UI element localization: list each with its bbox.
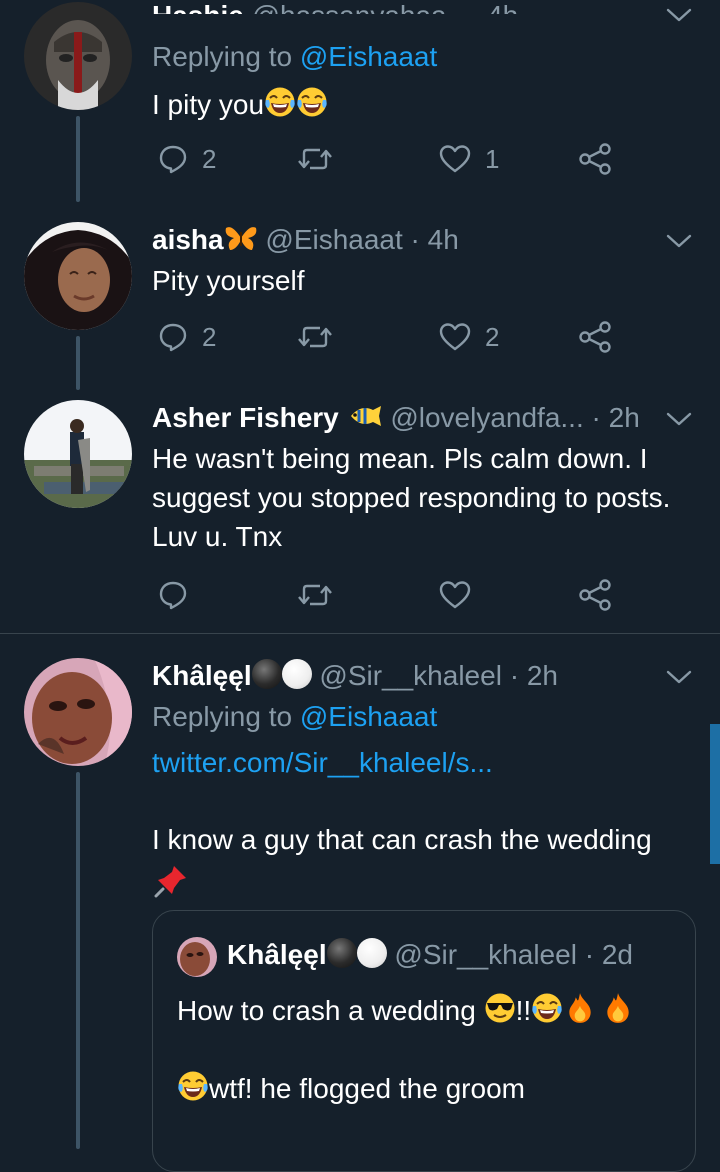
like-count: 1 (485, 143, 500, 174)
avatar[interactable] (24, 222, 132, 330)
reply-button[interactable]: 2 (158, 319, 216, 355)
display-name[interactable]: Asher Fishery (152, 402, 339, 433)
tropical-fish-icon (347, 402, 383, 439)
timestamp[interactable]: 2h (527, 660, 558, 691)
thread-line (76, 336, 80, 390)
tweet-text: He wasn't being mean. Pls calm down. I s… (152, 443, 671, 552)
replying-to-handle[interactable]: @Eishaaat (300, 701, 437, 732)
reply-icon (158, 580, 188, 610)
display-name[interactable]: Khâlęęl (152, 660, 252, 691)
retweet-icon (298, 580, 332, 610)
fire-icon (567, 992, 593, 1024)
quoted-tweet-header: Khâlęęl @Sir__khaleel · 2d (227, 938, 633, 970)
replying-to-handle[interactable]: @Eishaaat (300, 41, 437, 72)
tweet-header: Khâlęęl @Sir__khaleel · 2h (152, 659, 558, 691)
white-circle-icon (281, 659, 312, 689)
tweet-header: aisha @Eishaaat · 4h (152, 222, 459, 261)
share-button[interactable] (578, 577, 612, 613)
sunglasses-face-icon (485, 993, 515, 1023)
retweet-button[interactable] (298, 319, 332, 355)
thread-line (76, 116, 80, 202)
quoted-display-name: Khâlęęl (227, 939, 327, 970)
replying-to: Replying to @Eishaaat (152, 701, 438, 732)
replying-to: Replying to @Eishaaat (152, 41, 438, 72)
tweet-text: I pity you (152, 85, 328, 124)
like-button[interactable] (439, 577, 471, 613)
tweet-link[interactable]: twitter.com/Sir__khaleel/s... (152, 745, 493, 781)
chevron-down-icon[interactable] (666, 6, 692, 24)
quoted-avatar[interactable] (177, 937, 217, 977)
reply-count: 2 (202, 321, 217, 352)
like-button[interactable]: 1 (439, 141, 499, 177)
scrollbar-thumb[interactable] (710, 724, 720, 864)
like-count: 2 (485, 321, 500, 352)
share-icon (578, 321, 612, 353)
face-with-tears-of-joy-icon (531, 992, 563, 1024)
divider (0, 633, 720, 634)
handle[interactable]: @Sir__khaleel (319, 660, 502, 691)
black-circle-icon (326, 938, 357, 968)
tweet-text: Pity yourself (152, 265, 305, 296)
black-circle-icon (251, 659, 282, 689)
heart-icon (439, 580, 471, 610)
avatar[interactable] (24, 658, 132, 766)
retweet-icon (298, 144, 332, 174)
thread-line (76, 772, 80, 1149)
handle[interactable]: @Eishaaat (265, 224, 402, 255)
like-button[interactable]: 2 (439, 319, 499, 355)
tweet-header-partial: Hashie @hassanyahaa_ · 4h (152, 0, 518, 14)
timestamp[interactable]: 4h (428, 224, 459, 255)
reply-icon (158, 144, 188, 174)
tweet-text: I know a guy that can crash the wedding (152, 824, 652, 855)
quoted-handle: @Sir__khaleel (394, 939, 577, 970)
retweet-button[interactable] (298, 577, 332, 613)
face-with-tears-of-joy-icon (177, 1070, 209, 1102)
chevron-down-icon[interactable] (666, 232, 692, 250)
butterfly-icon (224, 224, 258, 261)
chevron-down-icon[interactable] (666, 410, 692, 428)
avatar[interactable] (24, 400, 132, 508)
chevron-down-icon[interactable] (666, 668, 692, 686)
quoted-tweet-line-2: wtf! he flogged the groom (177, 1069, 525, 1108)
tweet-header: Asher Fishery @lovelyandfa... · 2h (152, 400, 640, 439)
share-button[interactable] (578, 141, 612, 177)
reply-count: 2 (202, 143, 217, 174)
quoted-timestamp: 2d (601, 939, 633, 970)
fire-icon (605, 992, 631, 1024)
face-with-tears-of-joy-icon (296, 86, 328, 118)
pushpin-icon (154, 864, 188, 903)
face-with-tears-of-joy-icon (264, 86, 296, 118)
share-button[interactable] (578, 319, 612, 355)
reply-button[interactable]: 2 (158, 141, 216, 177)
reply-icon (158, 322, 188, 352)
handle[interactable]: @lovelyandfa... (390, 402, 583, 433)
heart-icon (439, 144, 471, 174)
display-name[interactable]: aisha (152, 224, 224, 255)
share-icon (578, 143, 612, 175)
retweet-button[interactable] (298, 141, 332, 177)
retweet-icon (298, 322, 332, 352)
white-circle-icon (356, 938, 387, 968)
avatar[interactable] (24, 2, 132, 110)
heart-icon (439, 322, 471, 352)
share-icon (578, 579, 612, 611)
quoted-tweet-card[interactable]: Khâlęęl @Sir__khaleel · 2d How to crash … (152, 910, 696, 1172)
timestamp[interactable]: 2h (609, 402, 640, 433)
quoted-tweet-line-1: How to crash a wedding !! (177, 991, 631, 1030)
reply-button[interactable] (158, 577, 188, 613)
